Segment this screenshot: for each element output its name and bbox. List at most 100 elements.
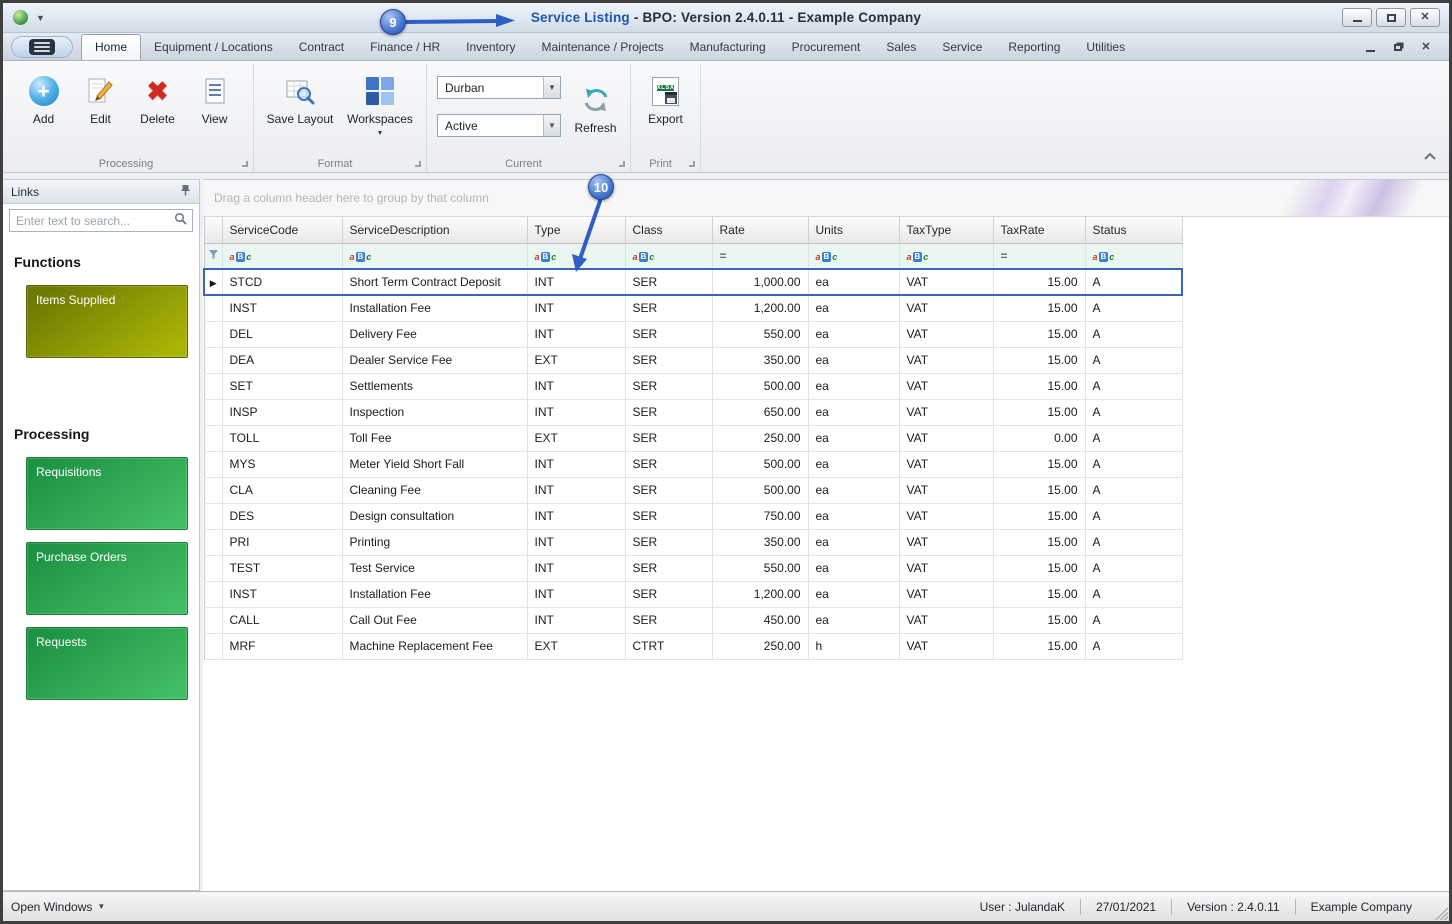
workspaces-button[interactable]: Workspaces ▼	[340, 68, 420, 137]
column-header-taxtype[interactable]: TaxType	[899, 217, 994, 244]
child-restore-button[interactable]	[1391, 41, 1405, 53]
table-row[interactable]: SET Settlements INT SER 500.00 ea VAT 15.00 A	[204, 373, 1183, 400]
save-layout-button[interactable]: Save Layout	[260, 68, 340, 126]
table-row[interactable]: MRF Machine Replacement Fee EXT CTRT 250.00 h…	[204, 633, 1183, 660]
tab-contract[interactable]: Contract	[286, 35, 357, 60]
table-row[interactable]: MYS Meter Yield Short Fall INT SER 500.00 ea V…	[204, 451, 1183, 478]
app-logo-icon	[29, 39, 55, 55]
export-xlsx-icon: XLSX	[652, 76, 679, 106]
grid-filter-row[interactable]: a Bc a Bc a Bc a Bc = a Bc a Bc = a Bc	[204, 243, 1183, 270]
tab-manufacturing[interactable]: Manufacturing	[677, 35, 779, 60]
cell-taxtype: VAT	[899, 321, 994, 348]
table-row[interactable]: CLA Cleaning Fee INT SER 500.00 ea VAT 15.00 A	[204, 477, 1183, 504]
chevron-down-icon[interactable]: ▼	[543, 77, 560, 98]
filter-cell-servicedescription[interactable]: aBc	[342, 243, 528, 270]
child-close-button[interactable]: ✕	[1419, 41, 1433, 53]
equals-filter-icon: =	[1000, 248, 1008, 263]
app-logo[interactable]	[11, 36, 73, 58]
row-indicator	[204, 347, 223, 374]
dialog-launcher-icon[interactable]	[242, 161, 248, 167]
tab-inventory[interactable]: Inventory	[453, 35, 528, 60]
tab-finance-hr[interactable]: Finance / HR	[357, 35, 453, 60]
cell-rate: 250.00	[712, 425, 809, 452]
sidebar-button-items-supplied[interactable]: Items Supplied	[26, 285, 188, 358]
table-row[interactable]: INST Installation Fee INT SER 1,200.00 ea VAT 1…	[204, 581, 1183, 608]
chevron-down-icon[interactable]: ▼	[543, 115, 560, 136]
column-header-type[interactable]: Type	[527, 217, 626, 244]
statusbar-company: Example Company	[1310, 899, 1412, 914]
collapse-ribbon-button[interactable]	[1423, 148, 1437, 166]
open-windows-button[interactable]: Open Windows ▼	[11, 900, 105, 914]
sidebar-button-requests[interactable]: Requests	[26, 627, 188, 700]
dialog-launcher-icon[interactable]	[415, 161, 421, 167]
cell-taxtype: VAT	[899, 295, 994, 322]
state-select[interactable]: Active ▼	[437, 114, 561, 137]
export-button[interactable]: XLSX Export	[637, 68, 694, 126]
table-row[interactable]: DEA Dealer Service Fee EXT SER 350.00 ea VAT 15…	[204, 347, 1183, 374]
quick-access-caret-icon[interactable]: ▼	[36, 13, 45, 23]
close-button[interactable]: ✕	[1410, 8, 1440, 27]
table-row[interactable]: DES Design consultation INT SER 750.00 ea VAT 1…	[204, 503, 1183, 530]
row-indicator-header	[204, 217, 223, 244]
table-row[interactable]: DEL Delivery Fee INT SER 550.00 ea VAT 15.00 A	[204, 321, 1183, 348]
filter-cell-type[interactable]: aBc	[527, 243, 626, 270]
resize-grip[interactable]	[1434, 906, 1448, 920]
column-header-units[interactable]: Units	[808, 217, 900, 244]
auto-filter-abc-icon: aBc	[815, 251, 838, 263]
table-row[interactable]: TEST Test Service INT SER 550.00 ea VAT 15.00 A	[204, 555, 1183, 582]
filter-cell-taxtype[interactable]: aBc	[899, 243, 994, 270]
tab-maintenance-projects[interactable]: Maintenance / Projects	[529, 35, 677, 60]
cell-units: h	[808, 633, 900, 660]
cell-taxrate: 15.00	[993, 529, 1086, 556]
filter-row-indicator[interactable]	[204, 243, 223, 270]
tab-home[interactable]: Home	[81, 34, 142, 60]
filter-cell-status[interactable]: aBc	[1085, 243, 1183, 270]
table-row[interactable]: INST Installation Fee INT SER 1,200.00 ea VAT 1…	[204, 295, 1183, 322]
group-by-band[interactable]: Drag a column header here to group by th…	[203, 180, 1449, 217]
child-minimize-button[interactable]	[1363, 41, 1377, 53]
filter-cell-units[interactable]: aBc	[808, 243, 900, 270]
add-button[interactable]: + Add	[15, 68, 72, 126]
view-button[interactable]: View	[186, 68, 243, 126]
cell-taxrate: 15.00	[993, 581, 1086, 608]
table-row[interactable]: INSP Inspection INT SER 650.00 ea VAT 15.00 A	[204, 399, 1183, 426]
column-header-rate[interactable]: Rate	[712, 217, 809, 244]
delete-button[interactable]: ✖ Delete	[129, 68, 186, 126]
search-icon[interactable]	[174, 212, 187, 230]
filter-cell-taxrate[interactable]: =	[993, 243, 1086, 270]
table-row[interactable]: TOLL Toll Fee EXT SER 250.00 ea VAT 0.00 A	[204, 425, 1183, 452]
cell-taxtype: VAT	[899, 581, 994, 608]
tab-equipment-locations[interactable]: Equipment / Locations	[141, 35, 286, 60]
column-header-servicedescription[interactable]: ServiceDescription	[342, 217, 528, 244]
tab-procurement[interactable]: Procurement	[779, 35, 874, 60]
minimize-button[interactable]	[1342, 8, 1372, 27]
column-header-class[interactable]: Class	[625, 217, 713, 244]
dialog-launcher-icon[interactable]	[619, 161, 625, 167]
filter-cell-class[interactable]: aBc	[625, 243, 713, 270]
refresh-button[interactable]: Refresh	[567, 68, 624, 135]
table-row[interactable]: ▶ STCD Short Term Contract Deposit INT SER 1,…	[203, 268, 1183, 296]
cell-class: SER	[625, 607, 713, 634]
sidebar-button-requisitions[interactable]: Requisitions	[26, 457, 188, 530]
table-row[interactable]: PRI Printing INT SER 350.00 ea VAT 15.00 A	[204, 529, 1183, 556]
edit-button[interactable]: Edit	[72, 68, 129, 126]
column-header-servicecode[interactable]: ServiceCode	[222, 217, 343, 244]
tab-service[interactable]: Service	[929, 35, 995, 60]
filter-cell-rate[interactable]: =	[712, 243, 809, 270]
branch-select[interactable]: Durban ▼	[437, 76, 561, 99]
table-row[interactable]: CALL Call Out Fee INT SER 450.00 ea VAT 15.00 A	[204, 607, 1183, 634]
sidebar-button-purchase-orders[interactable]: Purchase Orders	[26, 542, 188, 615]
dialog-launcher-icon[interactable]	[689, 161, 695, 167]
cell-taxrate: 15.00	[993, 633, 1086, 660]
maximize-button[interactable]	[1376, 8, 1406, 27]
search-input[interactable]	[10, 213, 174, 228]
filter-cell-servicecode[interactable]: aBc	[222, 243, 343, 270]
pin-icon[interactable]	[180, 184, 191, 199]
tab-reporting[interactable]: Reporting	[995, 35, 1073, 60]
column-header-status[interactable]: Status	[1085, 217, 1183, 244]
tab-utilities[interactable]: Utilities	[1073, 35, 1138, 60]
cell-rate: 500.00	[712, 451, 809, 478]
tab-sales[interactable]: Sales	[873, 35, 929, 60]
column-header-taxrate[interactable]: TaxRate	[993, 217, 1086, 244]
row-indicator	[204, 529, 223, 556]
